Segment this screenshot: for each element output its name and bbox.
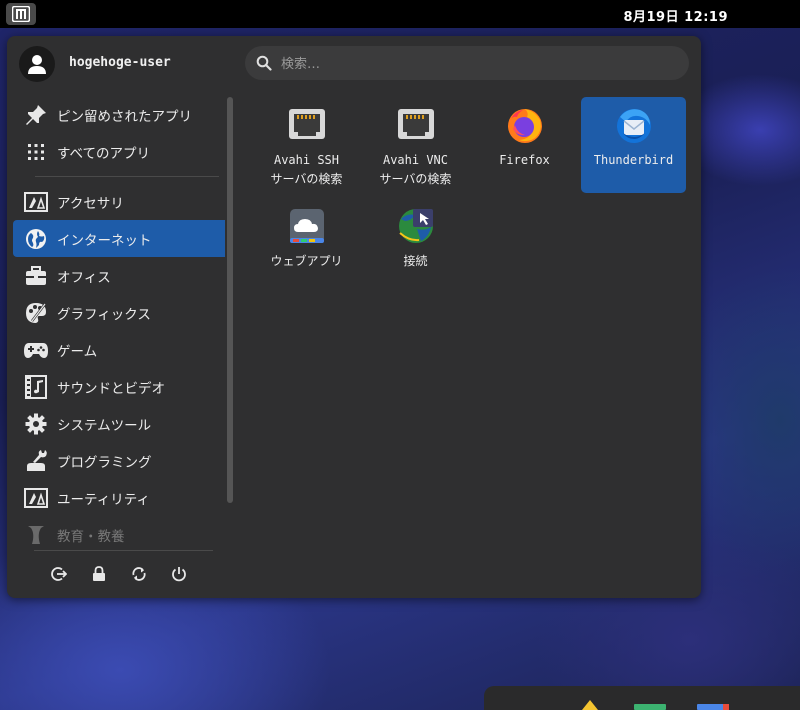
- folder-icon[interactable]: [580, 700, 600, 710]
- gamepad-icon: [23, 337, 49, 363]
- power-icon[interactable]: [171, 566, 187, 582]
- globe-icon: [23, 226, 49, 252]
- app-firefox[interactable]: Firefox: [472, 97, 577, 193]
- app-label: Avahi VNC サーバの検索: [380, 151, 452, 189]
- sidebar-item-label: ピン留めされたアプリ: [57, 108, 192, 125]
- sidebar-item-label: 教育・教養: [57, 528, 125, 545]
- network-icon: [287, 105, 327, 145]
- avatar[interactable]: [19, 46, 55, 82]
- divider: [35, 176, 219, 177]
- pin-icon: [23, 102, 49, 128]
- sidebar-item-label: すべてのアプリ: [57, 145, 151, 162]
- gear-icon: [23, 411, 49, 437]
- top-panel: 8月19日 12:19: [0, 0, 800, 28]
- app-label-line1: Avahi SSH: [273, 153, 339, 167]
- utilities-icon: [23, 485, 49, 511]
- palette-icon: [23, 300, 49, 326]
- sidebar-item-office[interactable]: オフィス: [13, 257, 225, 294]
- sidebar-item-accessories[interactable]: アクセサリ: [13, 183, 225, 220]
- sidebar-item-system-tools[interactable]: システムツール: [13, 405, 225, 442]
- app-thunderbird[interactable]: Thunderbird: [581, 97, 686, 193]
- app-avahi-vnc[interactable]: Avahi VNC サーバの検索: [363, 97, 468, 193]
- session-actions: [51, 566, 187, 582]
- app-label-line1: Avahi VNC: [382, 153, 448, 167]
- sidebar-item-games[interactable]: ゲーム: [13, 331, 225, 368]
- app-label: Avahi SSH サーバの検索: [271, 151, 343, 189]
- app-label-line2: サーバの検索: [270, 172, 343, 186]
- lock-icon[interactable]: [91, 566, 107, 582]
- app-label: 接続: [403, 254, 428, 268]
- search-box[interactable]: [245, 46, 689, 80]
- menu-button[interactable]: [6, 3, 36, 25]
- film-icon: [23, 374, 49, 400]
- search-input[interactable]: [279, 52, 663, 76]
- logout-icon[interactable]: [51, 566, 67, 582]
- sidebar-scrollbar[interactable]: [227, 97, 233, 503]
- clock[interactable]: 8月19日 12:19: [623, 6, 728, 25]
- sidebar-item-pinned[interactable]: ピン留めされたアプリ: [13, 96, 225, 133]
- sidebar-item-label: インターネット: [57, 232, 152, 249]
- firefox-icon: [505, 105, 545, 145]
- sidebar-item-label: サウンドとビデオ: [57, 380, 165, 397]
- thunderbird-icon: [614, 105, 654, 145]
- sidebar-item-label: システムツール: [57, 417, 152, 434]
- application-menu: hogehoge-user ピン留めされたアプリ すべてのアプリ: [7, 36, 701, 598]
- sidebar-item-label: オフィス: [57, 269, 111, 286]
- sidebar-item-programming[interactable]: プログラミング: [13, 442, 225, 479]
- sidebar-item-all-apps[interactable]: すべてのアプリ: [13, 133, 225, 170]
- search-icon: [256, 55, 272, 71]
- sidebar-item-utilities[interactable]: ユーティリティ: [13, 479, 225, 516]
- taskbar-dock: [484, 686, 800, 710]
- sidebar-item-label: ゲーム: [57, 343, 98, 360]
- sidebar-item-label: アクセサリ: [57, 195, 124, 212]
- category-sidebar: ピン留めされたアプリ すべてのアプリ アクセサリ インターネット オフィス グラ…: [13, 96, 225, 553]
- calendar-icon[interactable]: [697, 704, 729, 710]
- education-icon: [23, 522, 49, 548]
- app-label-line2: サーバの検索: [379, 172, 452, 186]
- switch-user-icon[interactable]: [131, 566, 147, 582]
- app-label: Firefox: [499, 153, 550, 167]
- sidebar-item-education[interactable]: 教育・教養: [13, 516, 225, 553]
- user-name: hogehoge-user: [69, 55, 171, 70]
- wrench-icon: [23, 448, 49, 474]
- app-remote-connection[interactable]: 接続: [363, 198, 468, 294]
- grid-icon: [23, 139, 49, 165]
- webapp-icon: [287, 206, 327, 246]
- divider: [34, 550, 213, 551]
- sidebar-item-sound-video[interactable]: サウンドとビデオ: [13, 368, 225, 405]
- app-label: Thunderbird: [593, 153, 674, 167]
- sidebar-item-label: プログラミング: [57, 454, 152, 471]
- sidebar-item-label: グラフィックス: [57, 306, 151, 323]
- remote-connection-icon: [396, 206, 436, 246]
- sidebar-item-internet[interactable]: インターネット: [13, 220, 225, 257]
- app-avahi-ssh[interactable]: Avahi SSH サーバの検索: [254, 97, 359, 193]
- sidebar-item-graphics[interactable]: グラフィックス: [13, 294, 225, 331]
- briefcase-icon: [23, 263, 49, 289]
- accessories-icon: [23, 189, 49, 215]
- app-web-apps[interactable]: ウェブアプリ: [254, 198, 359, 294]
- sidebar-item-label: ユーティリティ: [57, 491, 150, 508]
- files-icon[interactable]: [634, 704, 666, 710]
- app-label: ウェブアプリ: [270, 254, 343, 268]
- network-icon: [396, 105, 436, 145]
- mint-logo-icon: [12, 6, 30, 22]
- user-icon: [28, 55, 46, 74]
